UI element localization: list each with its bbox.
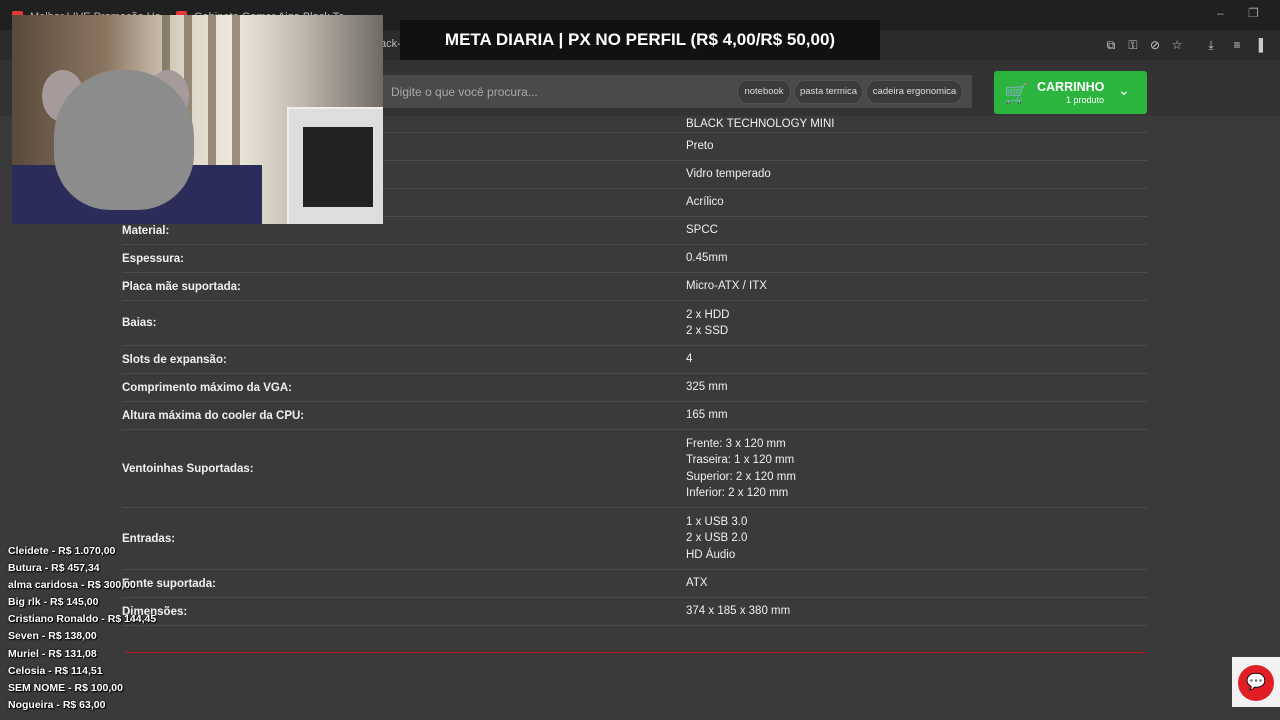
spec-row: Altura máxima do cooler da CPU: 165 mm [122, 402, 1148, 430]
search-chip-pasta-termica[interactable]: pasta termica [794, 80, 863, 104]
spec-value-line: Inferior: 2 x 120 mm [686, 487, 789, 499]
install-icon[interactable]: ⧉ [1104, 38, 1118, 52]
spec-value: 2 x HDD 2 x SSD [686, 307, 729, 340]
donor-item: Big rlk - R$ 145,00 [8, 596, 99, 609]
spec-value: Acrílico [686, 194, 724, 211]
star-icon[interactable]: ☆ [1170, 38, 1184, 52]
spec-key: Espessura: [122, 252, 185, 265]
spec-value: 1 x USB 3.0 2 x USB 2.0 HD Áudio [686, 514, 747, 564]
spec-value-line: Preto [686, 140, 714, 153]
spec-value-line: Frente: 3 x 120 mm [686, 437, 786, 450]
spec-value-line: 0.45mm [686, 252, 728, 265]
minimize-icon[interactable]: – [1217, 6, 1224, 20]
spec-value-line: Superior: 2 x 120 mm [686, 470, 796, 483]
donation-goal-banner: META DIARIA | PX NO PERFIL (R$ 4,00/R$ 5… [400, 20, 880, 60]
spec-value: 325 mm [686, 379, 728, 396]
spec-value-line: 374 x 185 x 380 mm [686, 605, 791, 618]
spec-value-line: 2 x HDD [686, 308, 730, 321]
shopping-cart-icon: 🛒 [1004, 83, 1029, 105]
spec-row: Ventoinhas Suportadas: Frente: 3 x 120 mm… [122, 430, 1148, 508]
spec-value: Vidro temperado [686, 166, 771, 183]
chevron-down-icon[interactable]: ⌄ [1118, 82, 1130, 99]
donor-item: Cristiano Ronaldo - R$ 144,45 [8, 613, 157, 626]
spec-value: Micro-ATX / ITX [686, 278, 767, 295]
spec-value: SPCC [686, 222, 718, 239]
spec-value-line: Vidro temperado [686, 168, 771, 181]
spec-key: Placa mãe suportada: [122, 280, 241, 293]
chat-bubble-icon: 💬 [1238, 665, 1274, 701]
profile-icon[interactable]: ▌ [1256, 38, 1270, 52]
cart-button[interactable]: 🛒 CARRINHO 1 produto ⌄ [994, 71, 1147, 114]
spec-key: Material: [122, 224, 170, 237]
menu-icon[interactable]: ≡ [1230, 38, 1244, 52]
cart-label: CARRINHO [1037, 80, 1105, 94]
spec-key: Comprimento máximo da VGA: [122, 381, 292, 394]
spec-key: Altura máxima do cooler da CPU: [122, 409, 305, 422]
donor-list: Cleidete - R$ 1.070,00 Butura - R$ 457,34… [8, 543, 156, 714]
spec-row: Baias: 2 x HDD 2 x SSD [122, 301, 1148, 346]
eye-off-icon[interactable]: ⊘ [1148, 38, 1162, 52]
spec-value-line: BLACK TECHNOLOGY MINI [686, 118, 835, 130]
spec-value-line: ATX [686, 577, 708, 590]
restore-icon[interactable]: ❐ [1248, 6, 1259, 20]
donor-item: SEM NOME - R$ 100,00 [8, 681, 123, 694]
search-chip-notebook[interactable]: notebook [737, 80, 791, 104]
spec-value-line: Acrílico [686, 196, 724, 209]
donor-item: Seven - R$ 138,00 [8, 630, 97, 643]
spec-value: Preto [686, 138, 714, 155]
spec-row: Espessura: 0.45mm [122, 245, 1148, 273]
spec-row: Entradas: 1 x USB 3.0 2 x USB 2.0 HD Áudio [122, 508, 1148, 570]
spec-value: Frente: 3 x 120 mm Traseira: 1 x 120 mm Su… [686, 436, 796, 502]
spec-value: BLACK TECHNOLOGY MINI [686, 116, 834, 133]
spec-row: Placa mãe suportada: Micro-ATX / ITX [122, 273, 1148, 301]
spec-key: Fonte suportada: [122, 577, 216, 590]
key-icon[interactable]: ⚿ [1126, 38, 1140, 52]
spec-value-line: SPCC [686, 224, 718, 237]
chat-button[interactable]: 💬 [1232, 657, 1280, 707]
donor-item: Celosia - R$ 114,51 [8, 664, 103, 677]
spec-key: Baias: [122, 317, 157, 329]
search-placeholder: Digite o que você procura... [391, 85, 538, 99]
spec-row: Comprimento máximo da VGA: 325 mm [122, 374, 1148, 402]
spec-row: Slots de expansão: 4 [122, 346, 1148, 374]
spec-row: Dimensões: 374 x 185 x 380 mm [122, 598, 1148, 626]
spec-value-line: 1 x USB 3.0 [686, 515, 748, 528]
spec-value-line: Micro-ATX / ITX [686, 280, 767, 293]
spec-value: 4 [686, 351, 692, 368]
spec-value: 0.45mm [686, 250, 728, 267]
spec-value: 165 mm [686, 407, 728, 424]
spec-value: 374 x 185 x 380 mm [686, 603, 790, 620]
donor-item: Nogueira - R$ 63,00 [8, 698, 106, 711]
donor-item: Muriel - R$ 131,08 [8, 647, 97, 660]
spec-value-line: 2 x SSD [686, 325, 729, 337]
donor-item: Cleidete - R$ 1.070,00 [8, 545, 116, 557]
spec-value-line: 165 mm [686, 409, 728, 422]
donor-item: alma caridosa - R$ 300,00 [8, 579, 136, 592]
spec-row: Fonte suportada: ATX [122, 570, 1148, 598]
spec-key: Ventoinhas Suportadas: [122, 462, 254, 475]
spec-value-line: 2 x USB 2.0 [686, 532, 748, 545]
search-chip-cadeira-ergonomica[interactable]: cadeira ergonomica [866, 80, 963, 104]
section-divider [124, 652, 1146, 653]
spec-key: Entradas: [122, 532, 176, 545]
spec-value-line: 4 [686, 353, 693, 366]
donor-item: Butura - R$ 457,34 [8, 562, 100, 575]
spec-key: Dimensões: [122, 605, 188, 618]
cart-count: 1 produto [1066, 95, 1105, 105]
spec-value-line: HD Áudio [686, 548, 736, 561]
spec-value-line: 325 mm [686, 381, 728, 394]
webcam-overlay [12, 15, 383, 224]
spec-value: ATX [686, 575, 708, 592]
spec-value-line: Traseira: 1 x 120 mm [686, 454, 795, 466]
spec-key: Slots de expansão: [122, 353, 227, 366]
download-icon[interactable]: ⤓ [1204, 38, 1218, 52]
